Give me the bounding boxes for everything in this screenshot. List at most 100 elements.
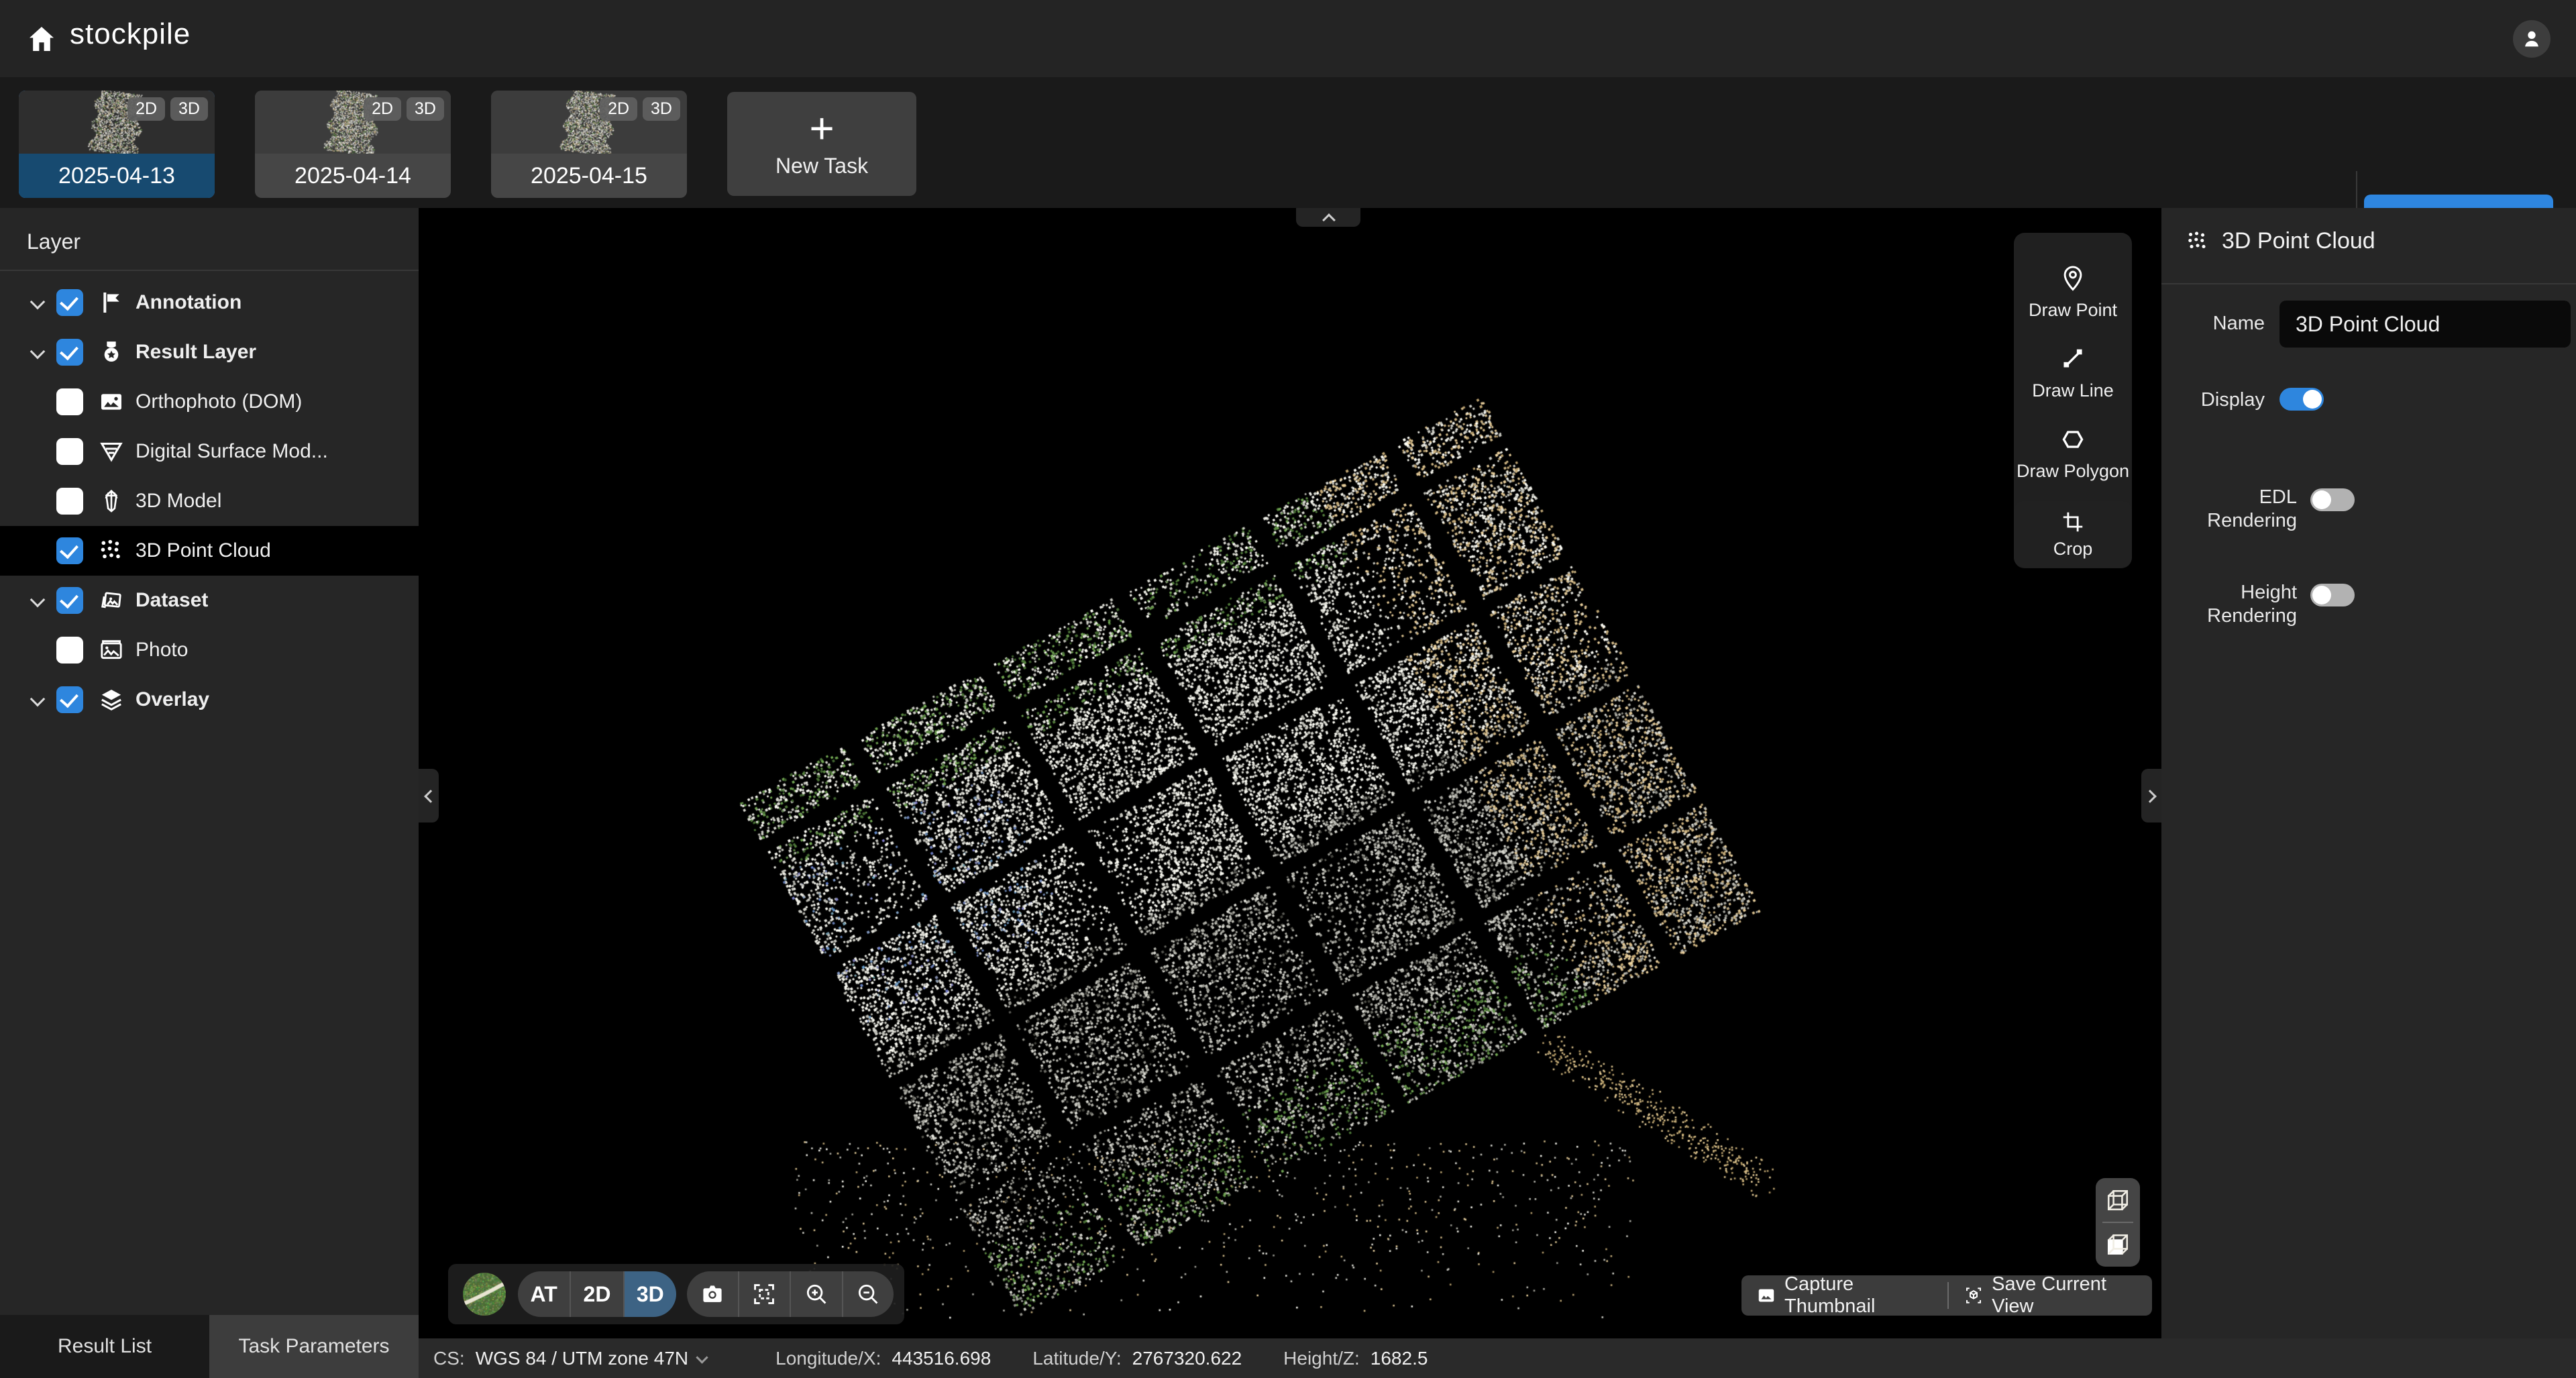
layer-row-3d-model[interactable]: 3D Model [0,476,419,526]
height-label: Height/Z: [1283,1348,1360,1369]
point-cloud-icon [2186,229,2210,254]
point-cloud-canvas[interactable] [419,208,2161,1338]
mode-at-button[interactable]: AT [518,1271,571,1317]
zoom-out-button[interactable] [843,1271,894,1317]
checkbox[interactable] [56,686,83,713]
hexagon-icon [2058,425,2088,454]
display-toggle[interactable] [2279,388,2324,411]
flag-icon [97,288,126,317]
longitude-label: Longitude/X: [775,1348,881,1369]
perspective-cube-button[interactable] [2096,1179,2140,1222]
layer-row-dataset[interactable]: Dataset [0,576,419,625]
photos-icon [97,586,126,615]
checkbox[interactable] [56,438,83,465]
dsm-icon [97,437,126,466]
chevron-right-icon [2147,791,2156,800]
zoom-in-icon [804,1281,829,1307]
badge-3d: 3D [643,97,680,121]
tab-task-parameters[interactable]: Task Parameters [209,1315,419,1378]
badge-2d: 2D [364,97,401,121]
checkbox[interactable] [56,537,83,564]
point-cloud-icon [97,536,126,566]
divider [0,270,419,271]
user-avatar[interactable] [2513,20,2551,58]
layer-row-result-layer[interactable]: Result Layer [0,327,419,377]
bottom-tabs: Result List Task Parameters [0,1315,419,1378]
latitude-value: 2767320.622 [1132,1348,1242,1369]
plus-icon: + [809,109,834,147]
medal-icon [97,337,126,367]
latitude-label: Latitude/Y: [1032,1348,1121,1369]
new-task-button[interactable]: + New Task [727,92,916,196]
status-bar: CS: WGS 84 / UTM zone 47N Longitude/X: 4… [419,1338,2576,1378]
save-current-view-button[interactable]: Save Current View [1949,1275,2152,1316]
checkbox[interactable] [56,587,83,614]
home-icon[interactable] [25,23,58,55]
photo-icon [97,635,126,665]
crop-button[interactable]: Crop [2014,501,2132,567]
tab-result-list[interactable]: Result List [0,1315,209,1378]
checkbox[interactable] [56,339,83,366]
mode-2d-button[interactable]: 2D [571,1271,624,1317]
cube-icon [2103,1230,2133,1259]
task-bar: 2D3D 2025-04-13 2D3D 2025-04-14 2D3D 202… [0,77,2576,208]
checkbox[interactable] [56,637,83,664]
3d-model-icon [97,486,126,516]
chevron-left-icon [424,791,433,800]
checkbox[interactable] [56,289,83,316]
image-icon [1756,1285,1776,1306]
coordinate-system-dropdown[interactable]: CS: WGS 84 / UTM zone 47N [419,1348,708,1369]
checkbox[interactable] [56,388,83,415]
chevron-down-icon[interactable] [31,295,46,310]
map-pin-icon [2058,264,2088,293]
chevron-down-icon[interactable] [31,345,46,360]
height-rendering-toggle[interactable] [2310,584,2355,606]
name-input[interactable] [2279,301,2571,348]
chevron-down-icon[interactable] [31,692,46,707]
layer-row-overlay[interactable]: Overlay [0,675,419,725]
screenshot-button[interactable] [687,1271,739,1317]
draw-point-button[interactable]: Draw Point [2014,252,2132,332]
cube-icon [2103,1185,2133,1215]
minimap-thumbnail[interactable] [463,1273,506,1316]
layer-row-photo[interactable]: Photo [0,625,419,675]
layer-row-dsm[interactable]: Digital Surface Mod... [0,427,419,476]
top-header: stockpile [0,0,2576,77]
chevron-down-icon[interactable] [31,593,46,608]
zoom-out-icon [855,1281,881,1307]
zoom-in-button[interactable] [791,1271,843,1317]
task-card-2025-04-15[interactable]: 2D3D 2025-04-15 [491,91,687,198]
fit-extent-button[interactable] [739,1271,792,1317]
layer-panel: Layer Annotation Result Layer Orthophoto… [0,208,419,1378]
fullscreen-icon [751,1281,777,1307]
collapse-sidebar-handle[interactable] [419,769,439,823]
height-value: 1682.5 [1371,1348,1428,1369]
name-label: Name [2186,313,2265,335]
orthographic-cube-button[interactable] [2096,1223,2140,1266]
collapse-inspector-handle[interactable] [2141,769,2161,823]
3d-viewport[interactable] [419,208,2161,1338]
divider [2161,283,2576,284]
inspector-title: 3D Point Cloud [2222,228,2375,254]
view-actions: Capture Thumbnail Save Current View [1741,1275,2152,1316]
layer-row-orthophoto[interactable]: Orthophoto (DOM) [0,377,419,427]
draw-polygon-button[interactable]: Draw Polygon [2014,413,2132,493]
checkbox[interactable] [56,488,83,515]
collapse-taskbar-handle[interactable] [1296,208,1360,227]
inspector-panel: 3D Point Cloud Name Display EDL Renderin… [2161,208,2576,1338]
line-segment-icon [2058,344,2088,374]
task-card-2025-04-14[interactable]: 2D3D 2025-04-14 [255,91,451,198]
task-card-2025-04-13[interactable]: 2D3D 2025-04-13 [19,91,215,198]
badge-2d: 2D [127,97,165,121]
cs-value: WGS 84 / UTM zone 47N [476,1348,688,1369]
view-mode-switch: AT 2D 3D [518,1271,676,1317]
layer-row-3d-point-cloud[interactable]: 3D Point Cloud [0,526,419,576]
mode-3d-button[interactable]: 3D [625,1271,676,1317]
task-date: 2025-04-13 [19,154,215,198]
edl-rendering-toggle[interactable] [2310,488,2355,511]
capture-thumbnail-button[interactable]: Capture Thumbnail [1741,1275,1947,1316]
layer-row-annotation[interactable]: Annotation [0,278,419,327]
draw-line-button[interactable]: Draw Line [2014,332,2132,413]
view-cube-panel [2096,1178,2140,1267]
app-title: stockpile [70,17,191,51]
